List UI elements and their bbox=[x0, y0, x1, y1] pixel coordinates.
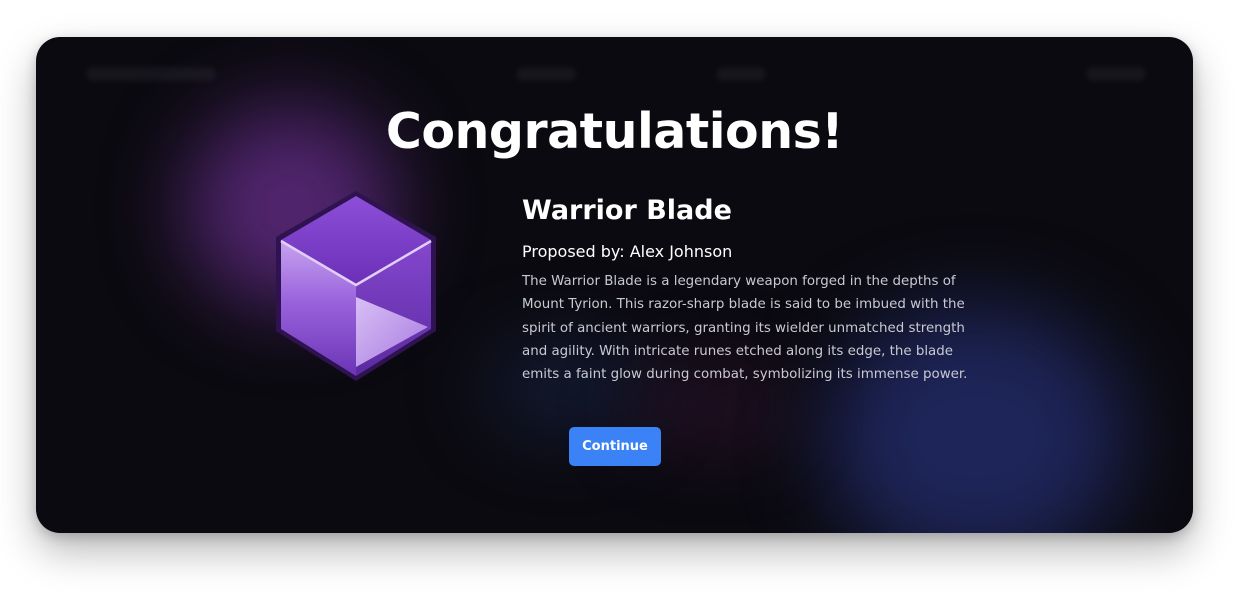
proposed-by: Proposed by: Alex Johnson bbox=[522, 242, 733, 261]
page-title: Congratulations! bbox=[385, 103, 844, 160]
item-description: The Warrior Blade is a legendary weapon … bbox=[522, 274, 968, 383]
background-blur-right bbox=[1086, 67, 1146, 81]
continue-button[interactable]: Continue bbox=[569, 427, 661, 466]
background-blur-center-right bbox=[716, 67, 766, 81]
reward-modal: Congratulations! Warrior Blade Proposed … bbox=[36, 37, 1193, 533]
background-blur-left bbox=[86, 67, 216, 81]
item-name: Warrior Blade bbox=[522, 195, 732, 226]
purple-cube-icon bbox=[270, 187, 442, 387]
background-blur-center bbox=[516, 67, 576, 81]
